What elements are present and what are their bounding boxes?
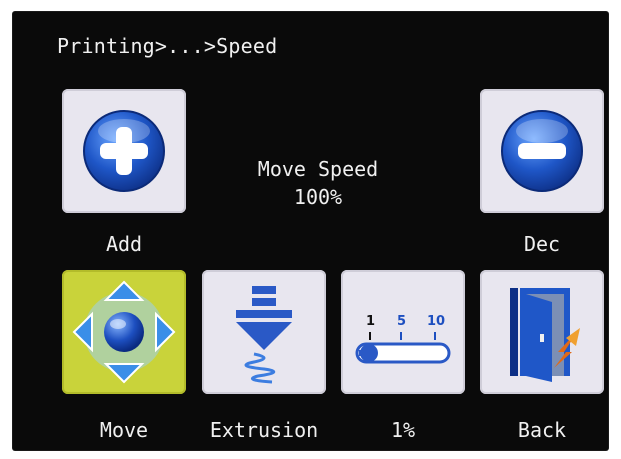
speed-title: Move Speed bbox=[257, 157, 379, 181]
step-slider-icon: 1 5 10 bbox=[355, 314, 451, 364]
add-label: Add bbox=[105, 232, 143, 256]
breadcrumb: Printing>...>Speed bbox=[57, 34, 278, 58]
minus-circle-icon bbox=[501, 110, 583, 192]
move-dpad-icon bbox=[72, 280, 176, 384]
move-label: Move bbox=[99, 418, 149, 442]
add-button[interactable] bbox=[62, 89, 186, 213]
plus-circle-icon bbox=[83, 110, 165, 192]
step-tick-1: 1 bbox=[366, 314, 375, 329]
exit-door-icon bbox=[510, 288, 580, 382]
step-tick-10: 10 bbox=[427, 314, 445, 329]
back-button[interactable] bbox=[480, 270, 604, 394]
move-button[interactable] bbox=[62, 270, 186, 394]
back-label: Back bbox=[517, 418, 567, 442]
dec-label: Dec bbox=[523, 232, 561, 256]
dec-button[interactable] bbox=[480, 89, 604, 213]
speed-value: 100% bbox=[293, 185, 343, 209]
step-label: 1% bbox=[390, 418, 416, 442]
step-1pct-button[interactable]: 1 5 10 bbox=[341, 270, 465, 394]
extrusion-label: Extrusion bbox=[209, 418, 319, 442]
step-tick-5: 5 bbox=[397, 314, 406, 329]
extruder-arrow-spring-icon bbox=[236, 286, 292, 384]
extrusion-button[interactable] bbox=[202, 270, 326, 394]
